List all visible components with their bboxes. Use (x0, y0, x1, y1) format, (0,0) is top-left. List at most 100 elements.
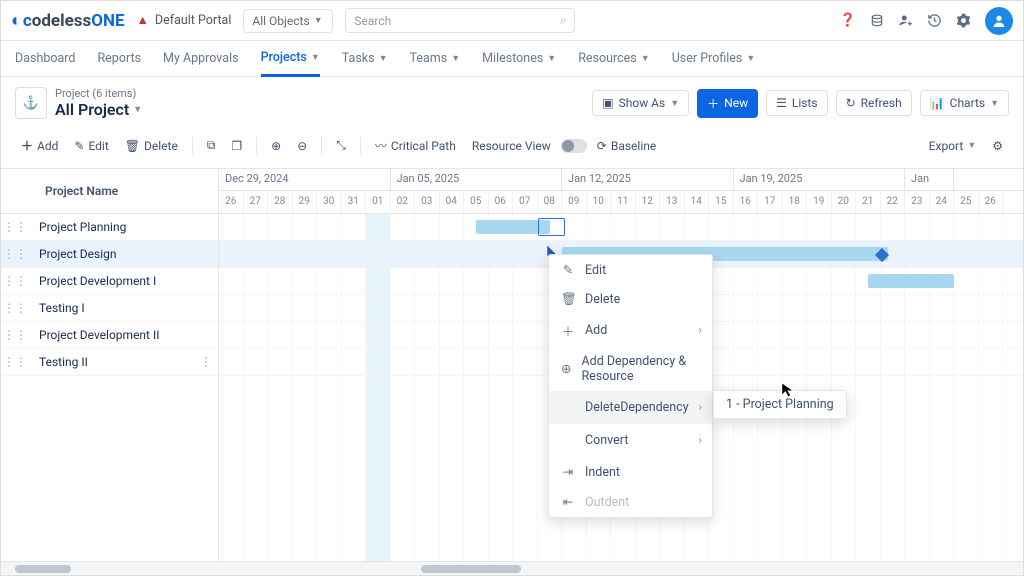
zoom-in-icon[interactable]: ⊕ (265, 135, 287, 157)
avatar[interactable] (985, 7, 1013, 35)
database-icon[interactable] (870, 14, 884, 28)
task-column-header: Project Name (1, 169, 219, 213)
help-icon[interactable]: ❓ (840, 13, 856, 28)
ctx-icon: ✎ (561, 262, 575, 278)
page-title[interactable]: All Project▼ (55, 100, 142, 119)
zoom-out-icon[interactable]: ⊖ (291, 135, 313, 157)
show-as-button[interactable]: ▣ Show As▼ (592, 90, 689, 116)
drag-handle-icon[interactable]: ⋮⋮ (1, 220, 29, 234)
top-icons: ❓ (840, 7, 1013, 35)
portal-icon: ▲ (137, 13, 149, 28)
task-row[interactable]: ⋮⋮Project Development II (1, 322, 218, 349)
nav-tabs: Dashboard Reports My Approvals Projects▼ Tas… (1, 41, 1023, 77)
task-row[interactable]: ⋮⋮Project Planning (1, 214, 218, 241)
day-header: 16 (734, 191, 759, 213)
export-button[interactable]: Export▼ (923, 135, 983, 157)
tab-projects[interactable]: Projects▼ (261, 41, 320, 77)
charts-button[interactable]: 📊 Charts▼ (920, 90, 1009, 116)
task-name: Project Development I (29, 274, 218, 288)
new-button[interactable]: ＋ New (697, 89, 758, 118)
ctx-icon: ⇤ (561, 494, 575, 510)
day-header: 24 (930, 191, 955, 213)
day-header: 07 (513, 191, 538, 213)
tab-teams[interactable]: Teams▼ (410, 41, 461, 77)
history-icon[interactable] (927, 13, 942, 28)
edit-button[interactable]: ✎Edit (68, 135, 114, 157)
ctx-delete[interactable]: 🗑Delete (549, 285, 712, 314)
top-header: ◐ codelessONE ▲ Default Portal All Objec… (1, 1, 1023, 41)
resource-view-button[interactable]: Resource View (466, 135, 557, 157)
day-header: 21 (856, 191, 881, 213)
day-header: 04 (440, 191, 465, 213)
day-header: 25 (954, 191, 979, 213)
breadcrumb-row: ⚓ Project (6 items) All Project▼ ▣ Show … (1, 77, 1023, 129)
tab-reports[interactable]: Reports (97, 41, 141, 77)
task-row[interactable]: ⋮⋮Project Development I (1, 268, 218, 295)
gantt-chart: Project Name Dec 29, 2024Jan 05, 2025Jan… (1, 169, 1023, 575)
chevron-right-icon: › (698, 323, 702, 338)
ctx-icon (561, 398, 575, 417)
tab-milestones[interactable]: Milestones▼ (482, 41, 556, 77)
ctx-outdent: ⇤Outdent (549, 487, 712, 517)
drag-handle-icon[interactable]: ⋮⋮ (1, 301, 29, 315)
object-select[interactable]: All Objects▼ (243, 9, 333, 33)
settings-icon[interactable]: ⚙ (986, 135, 1009, 157)
day-header: 13 (660, 191, 685, 213)
app-window: ◐ codelessONE ▲ Default Portal All Objec… (0, 0, 1024, 576)
day-header: 19 (807, 191, 832, 213)
drag-handle-icon[interactable]: ⋮⋮ (1, 274, 29, 288)
ctx-indent[interactable]: ⇥Indent (549, 457, 712, 487)
collapse-icon[interactable]: ❐ (225, 135, 248, 157)
tab-dashboard[interactable]: Dashboard (15, 41, 75, 77)
horizontal-scrollbar[interactable] (1, 561, 1023, 575)
drag-handle-icon[interactable]: ⋮⋮ (1, 355, 29, 369)
tab-resources[interactable]: Resources▼ (578, 41, 649, 77)
ctx-deletedependency[interactable]: DeleteDependency›1 - Project Planning (549, 391, 712, 424)
day-header: 31 (342, 191, 367, 213)
task-row[interactable]: ⋮⋮Testing I (1, 295, 218, 322)
delete-button[interactable]: 🗑Delete (119, 135, 184, 157)
week-header: Jan 12, 2025 (562, 169, 734, 190)
add-button[interactable]: ＋Add (15, 133, 64, 158)
tab-my-approvals[interactable]: My Approvals (163, 41, 239, 77)
drag-handle-icon[interactable]: ⋮⋮ (1, 247, 29, 261)
resource-view-toggle[interactable] (561, 139, 587, 153)
day-header: 10 (587, 191, 612, 213)
day-header: 11 (611, 191, 636, 213)
gantt-bar-selection[interactable] (538, 218, 566, 236)
ctx-edit[interactable]: ✎Edit (549, 255, 712, 285)
lists-button[interactable]: ☰ Lists (766, 90, 827, 116)
anchor-icon[interactable]: ⚓ (15, 87, 47, 119)
ctx-add[interactable]: ＋Add› (549, 314, 712, 347)
portal-selector[interactable]: ▲ Default Portal (137, 13, 232, 28)
ctx-convert[interactable]: Convert› (549, 424, 712, 457)
refresh-button[interactable]: ↻ Refresh (836, 90, 912, 116)
week-header: Jan (905, 169, 954, 190)
ctx-icon: 🗑 (561, 292, 575, 307)
day-header: 06 (489, 191, 514, 213)
drag-handle-icon[interactable]: ⋮⋮ (1, 328, 29, 342)
day-header: 12 (636, 191, 661, 213)
search-icon: ⌕ (560, 13, 567, 28)
tab-user-profiles[interactable]: User Profiles▼ (672, 41, 756, 77)
day-header: 23 (905, 191, 930, 213)
logo[interactable]: ◐ codelessONE (11, 10, 125, 31)
day-header: 15 (709, 191, 734, 213)
breadcrumb: Project (6 items) (55, 87, 142, 100)
fit-icon[interactable]: ⤡ (330, 134, 352, 157)
day-header: 08 (538, 191, 563, 213)
gantt-bar[interactable] (868, 274, 954, 288)
gear-icon[interactable] (956, 13, 971, 28)
tab-tasks[interactable]: Tasks▼ (342, 41, 388, 77)
baseline-button[interactable]: ⟳Baseline (591, 135, 662, 157)
day-header: 09 (562, 191, 587, 213)
ctx-add-dependency---resource[interactable]: ⊕Add Dependency & Resource (549, 347, 712, 391)
search-input[interactable]: Search ⌕ (345, 8, 575, 33)
task-row[interactable]: ⋮⋮Project Design (1, 241, 218, 268)
task-row[interactable]: ⋮⋮Testing II⋮ (1, 349, 218, 376)
critical-path-button[interactable]: 〰Critical Path (369, 133, 462, 158)
ctx-submenu-item[interactable]: 1 - Project Planning (713, 390, 847, 419)
row-menu-icon[interactable]: ⋮ (200, 355, 218, 369)
user-add-icon[interactable] (898, 13, 913, 28)
expand-icon[interactable]: ⧉ (201, 134, 222, 157)
